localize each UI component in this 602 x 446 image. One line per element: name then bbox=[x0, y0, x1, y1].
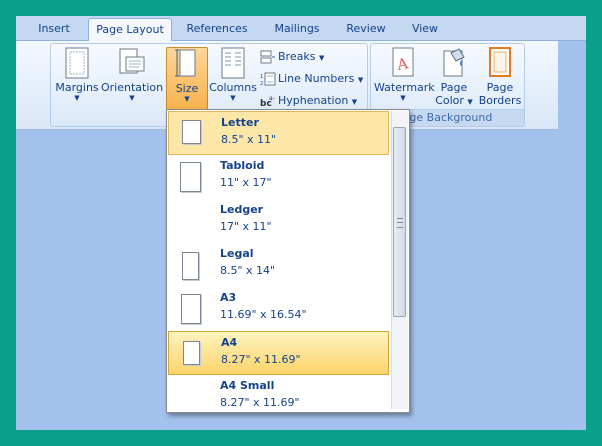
outer-frame: Insert Page Layout References Mailings R… bbox=[0, 0, 602, 446]
size-option-name: Letter bbox=[221, 116, 259, 129]
grip-icon bbox=[397, 218, 403, 228]
page-color-label-1: Page bbox=[440, 81, 468, 94]
watermark-label: Watermark bbox=[374, 81, 435, 94]
size-option-name: Legal bbox=[220, 247, 254, 260]
size-option-name: A3 bbox=[220, 291, 237, 304]
tabloid-page-icon bbox=[180, 162, 201, 192]
tab-view[interactable]: View bbox=[404, 18, 446, 40]
columns-button[interactable]: Columns ▼ bbox=[209, 47, 257, 113]
watermark-icon: A bbox=[392, 47, 414, 77]
margins-label: Margins bbox=[55, 81, 99, 94]
orientation-icon bbox=[119, 48, 145, 74]
size-option-name: A4 bbox=[221, 336, 238, 349]
svg-text:1: 1 bbox=[260, 74, 263, 80]
page-size-icon bbox=[175, 49, 196, 77]
ribbon-tab-bar: Insert Page Layout References Mailings R… bbox=[16, 16, 586, 42]
chevron-down-icon: ▼ bbox=[230, 94, 236, 102]
breaks-button[interactable]: Breaks ▼ bbox=[260, 48, 324, 66]
chevron-down-icon: ▼ bbox=[184, 95, 190, 103]
line-numbers-button[interactable]: 1 2 Line Numbers ▼ bbox=[260, 70, 363, 88]
size-option-name: A4 Small bbox=[220, 379, 275, 392]
watermark-button[interactable]: A Watermark ▼ bbox=[374, 47, 435, 111]
margins-icon bbox=[65, 47, 89, 79]
breaks-icon bbox=[260, 50, 275, 64]
legal-page-icon bbox=[182, 252, 199, 280]
columns-icon bbox=[221, 47, 245, 79]
chevron-down-icon: ▼ bbox=[129, 94, 135, 102]
dropdown-scrollbar[interactable] bbox=[391, 111, 408, 409]
chevron-down-icon: ▼ bbox=[357, 76, 364, 84]
size-option-dims: 8.5" x 11" bbox=[221, 133, 277, 146]
page-borders-icon bbox=[489, 47, 511, 77]
size-option-letter[interactable]: Letter 8.5" x 11" bbox=[168, 111, 389, 155]
size-label: Size bbox=[175, 82, 199, 95]
a3-page-icon bbox=[181, 294, 201, 324]
size-option-a3[interactable]: A3 11.69" x 16.54" bbox=[168, 287, 389, 331]
letter-page-icon bbox=[182, 120, 201, 144]
breaks-label: Breaks bbox=[278, 50, 316, 63]
columns-label: Columns bbox=[209, 81, 257, 94]
page-borders-label-1: Page bbox=[486, 81, 514, 94]
hyphenation-label: Hyphenation bbox=[278, 94, 349, 107]
page-borders-button[interactable]: Page Borders bbox=[477, 47, 523, 111]
size-dropdown-menu: Letter 8.5" x 11" Tabloid 11" x 17" Ledg… bbox=[166, 109, 410, 413]
chevron-down-icon: ▼ bbox=[74, 94, 80, 102]
size-option-dims: 8.27" x 11.69" bbox=[221, 353, 301, 366]
tab-insert[interactable]: Insert bbox=[26, 18, 82, 40]
orientation-button[interactable]: Orientation ▼ bbox=[101, 47, 163, 113]
size-option-tabloid[interactable]: Tabloid 11" x 17" bbox=[168, 155, 389, 199]
line-numbers-icon: 1 2 bbox=[260, 72, 276, 86]
chevron-down-icon: ▼ bbox=[318, 54, 325, 62]
size-option-a4-small[interactable]: A4 Small 8.27" x 11.69" bbox=[168, 375, 389, 412]
size-option-dims: 8.5" x 14" bbox=[220, 264, 276, 277]
page-color-label-2: Color bbox=[435, 94, 464, 107]
word-window: Insert Page Layout References Mailings R… bbox=[16, 16, 586, 430]
size-option-a4[interactable]: A4 8.27" x 11.69" bbox=[168, 331, 389, 375]
a4-page-icon bbox=[183, 341, 200, 365]
size-option-name: Tabloid bbox=[220, 159, 265, 172]
size-option-dims: 17" x 11" bbox=[220, 220, 272, 233]
size-option-dims: 11" x 17" bbox=[220, 176, 272, 189]
size-button[interactable]: Size ▼ bbox=[166, 47, 208, 113]
tab-references[interactable]: References bbox=[176, 18, 258, 40]
hyphenation-button[interactable]: bc a- Hyphenation ▼ bbox=[260, 92, 357, 110]
chevron-down-icon: ▼ bbox=[467, 98, 473, 106]
line-numbers-label: Line Numbers bbox=[278, 72, 355, 85]
tab-mailings[interactable]: Mailings bbox=[266, 18, 328, 40]
margins-button[interactable]: Margins ▼ bbox=[54, 47, 100, 113]
orientation-label: Orientation bbox=[101, 81, 164, 94]
chevron-down-icon: ▼ bbox=[400, 94, 406, 102]
size-option-dims: 11.69" x 16.54" bbox=[220, 308, 307, 321]
scrollbar-thumb[interactable] bbox=[393, 127, 406, 317]
svg-text:2: 2 bbox=[260, 81, 263, 86]
hyphenation-icon: bc a- bbox=[260, 95, 275, 108]
size-option-name: Ledger bbox=[220, 203, 264, 216]
chevron-down-icon: ▼ bbox=[351, 98, 358, 106]
page-color-button[interactable]: Page Color ▼ bbox=[434, 47, 474, 111]
size-option-dims: 8.27" x 11.69" bbox=[220, 396, 300, 409]
size-option-legal[interactable]: Legal 8.5" x 14" bbox=[168, 243, 389, 287]
tab-review[interactable]: Review bbox=[340, 18, 392, 40]
page-color-icon bbox=[443, 48, 465, 77]
size-option-ledger[interactable]: Ledger 17" x 11" bbox=[168, 199, 389, 243]
svg-text:a-: a- bbox=[269, 95, 275, 102]
tab-page-layout[interactable]: Page Layout bbox=[88, 18, 172, 42]
page-borders-label-2: Borders bbox=[478, 94, 522, 107]
